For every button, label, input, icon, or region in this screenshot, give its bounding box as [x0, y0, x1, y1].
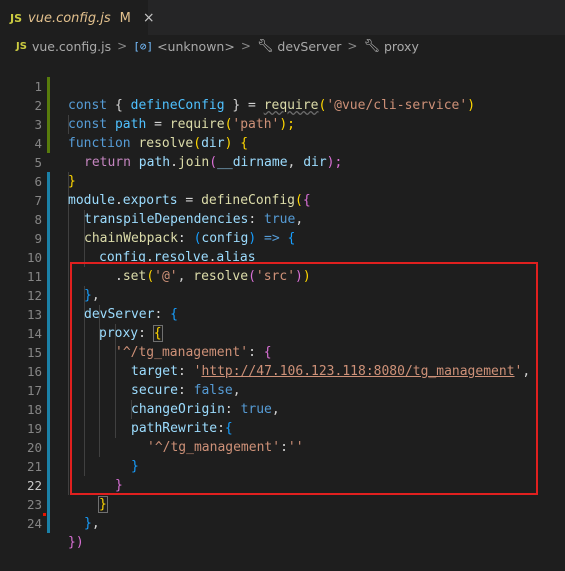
- code-line: 23 },: [0, 476, 565, 531]
- code-line: 18 pathRewrite:{: [0, 381, 565, 436]
- symbol-variable-icon: [⊘]: [133, 39, 154, 53]
- chevron-right-icon: >: [347, 39, 358, 53]
- code-line: 6 module.exports = defineConfig({: [0, 153, 565, 208]
- code-line: 20 }: [0, 419, 565, 474]
- breadcrumb-devserver[interactable]: devServer: [277, 39, 341, 54]
- code-line: 12 devServer: {: [0, 267, 565, 322]
- code-line: 22 }: [0, 457, 565, 513]
- code-line: 14 '^/tg_management': {: [0, 305, 565, 360]
- code-line: 11 },: [0, 248, 565, 303]
- tab-bar: JS vue.config.js M ×: [0, 0, 565, 35]
- modified-badge: M: [119, 10, 131, 26]
- code-line: 13 proxy: {: [0, 286, 565, 342]
- code-line: 16 secure: false,: [0, 343, 565, 398]
- code-line: 19 '^/tg_management':'': [0, 400, 565, 455]
- code-line: 4 return path.join(__dirname, dir);: [0, 115, 565, 170]
- code-line: 1 const { defineConfig } = require('@vue…: [0, 58, 565, 113]
- close-icon[interactable]: ×: [143, 10, 155, 26]
- code-line: 7 transpileDependencies: true,: [0, 172, 565, 227]
- code-line: 21 }: [0, 438, 565, 493]
- tab-vue-config[interactable]: JS vue.config.js M ×: [0, 0, 155, 35]
- code-line: 5 }: [0, 134, 565, 189]
- code-line: 9 config.resolve.alias: [0, 210, 565, 265]
- code-line: 15 target: 'http://47.106.123.118:8080/t…: [0, 324, 565, 379]
- code-line: 3 function resolve(dir) {: [0, 96, 565, 151]
- code-line: 17 changeOrigin: true,: [0, 362, 565, 417]
- chevron-right-icon: >: [117, 39, 128, 53]
- js-file-icon: JS: [10, 11, 23, 25]
- breadcrumb: JS vue.config.js > [⊘] <unknown> > 🔧︎ de…: [0, 35, 565, 57]
- tab-title: vue.config.js: [28, 10, 111, 26]
- breadcrumb-proxy[interactable]: proxy: [384, 39, 419, 54]
- code-line: 24 }): [0, 495, 565, 550]
- code-line: 10 .set('@', resolve('src')): [0, 229, 565, 284]
- code-line: 2 const path = require('path');: [0, 77, 565, 132]
- code-editor[interactable]: 1 const { defineConfig } = require('@vue…: [0, 57, 565, 550]
- error-marker: [43, 513, 46, 516]
- breadcrumb-unknown[interactable]: <unknown>: [157, 39, 235, 54]
- wrench-icon: 🔧︎: [256, 38, 274, 54]
- wrench-icon: 🔧︎: [363, 38, 380, 54]
- code-line: 8 chainWebpack: (config) => {: [0, 191, 565, 246]
- js-file-icon: JS: [16, 40, 27, 52]
- breadcrumb-file[interactable]: vue.config.js: [32, 39, 111, 54]
- chevron-right-icon: >: [240, 39, 251, 53]
